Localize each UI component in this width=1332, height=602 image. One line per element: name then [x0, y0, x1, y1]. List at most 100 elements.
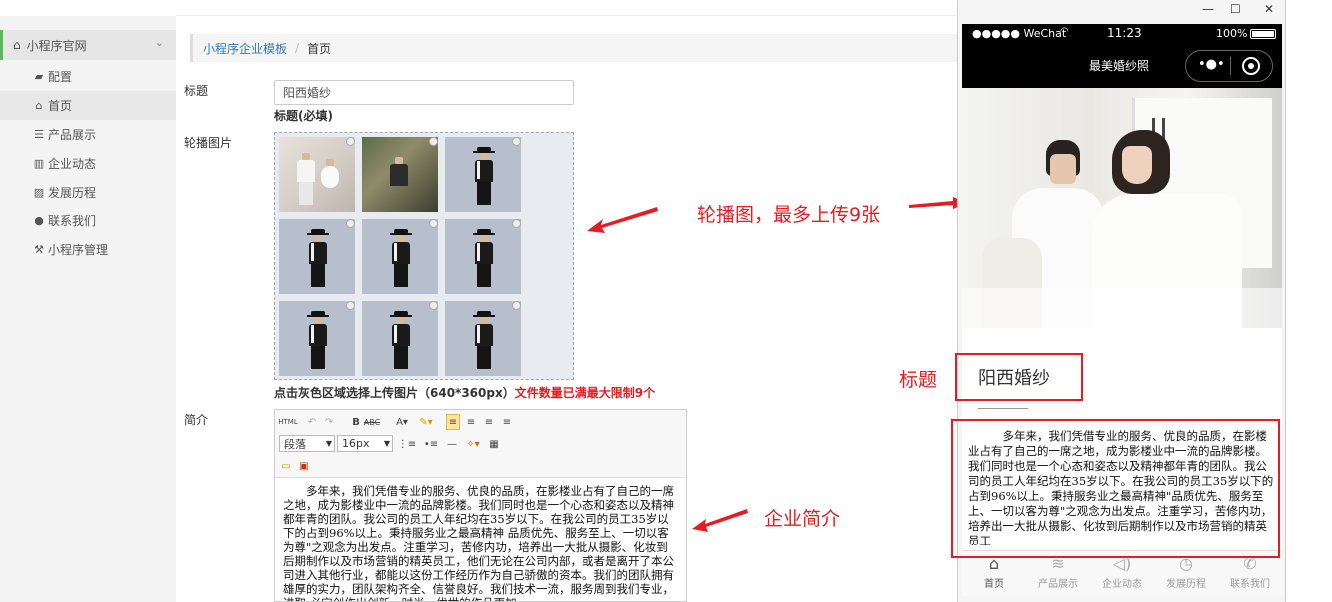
sidebar-item-contact[interactable]: ● 联系我们: [0, 206, 176, 235]
editor-toolbar: HTML ↶ ↷ B ABC A▾ ✎▾ ≡ ≡ ≡ ≡ 段落 ▼ 16px ▼ ⋮…: [275, 410, 686, 478]
sidebar-item-products[interactable]: ☰ 产品展示: [0, 120, 176, 149]
breadcrumb-current: 首页: [307, 41, 332, 56]
title-underline: [978, 408, 1028, 409]
carousel-thumbnail[interactable]: [279, 219, 355, 294]
chevron-down-icon: ▼: [383, 439, 390, 448]
table-icon[interactable]: ▦: [487, 436, 501, 452]
breadcrumb-root-link[interactable]: 小程序企业模板: [203, 40, 287, 57]
carousel-thumbnail[interactable]: [445, 137, 521, 212]
sofa: [962, 288, 1282, 328]
font-size-select[interactable]: 16px ▼: [337, 435, 393, 452]
tab-label: 产品展示: [1038, 579, 1078, 590]
sidebar-item-label: 企业动态: [48, 157, 97, 171]
title-label: 标题: [184, 84, 209, 98]
delete-icon[interactable]: [512, 301, 521, 310]
carousel-thumbnail[interactable]: [445, 301, 521, 376]
carousel-thumbnail[interactable]: [445, 219, 521, 294]
wrench-icon: ⚒: [34, 243, 44, 256]
align-justify-icon[interactable]: ≡: [500, 414, 514, 430]
sidebar-item-label: 配置: [48, 70, 73, 84]
carousel-thumbnail[interactable]: [279, 137, 355, 212]
nav-title: 最美婚纱照: [1089, 59, 1150, 73]
video-icon[interactable]: ▣: [297, 458, 311, 474]
align-center-icon[interactable]: ≡: [464, 414, 478, 430]
sidebar-item-label: 产品展示: [48, 128, 97, 142]
align-right-icon[interactable]: ≡: [482, 414, 496, 430]
carousel-label: 轮播图片: [184, 136, 233, 150]
paragraph-select[interactable]: 段落 ▼: [279, 435, 335, 452]
chevron-down-icon[interactable]: ⌄: [155, 36, 164, 49]
tab-label: 发展历程: [1166, 579, 1206, 590]
font-color-icon[interactable]: A▾: [391, 414, 413, 430]
sidebar-item-history[interactable]: ▨ 发展历程: [0, 178, 176, 207]
minimize-icon[interactable]: —: [1202, 2, 1214, 16]
wifi-icon: ◠: [1060, 26, 1069, 37]
groom-face: [1050, 154, 1076, 184]
carousel-annotation: 轮播图，最多上传9张: [697, 204, 881, 226]
delete-icon[interactable]: [429, 137, 438, 146]
upload-size-hint: 点击灰色区域选择上传图片（640*360px）: [274, 386, 515, 400]
intro-label: 简介: [184, 413, 209, 427]
sidebar-item-miniprogram[interactable]: ⚒ 小程序管理: [0, 235, 176, 264]
sidebar-section-label: 小程序官网: [26, 38, 87, 53]
html-source-icon[interactable]: HTML: [278, 414, 297, 430]
phone-status-bar: ●●●●● WeChat ◠ 11:23 100%: [962, 24, 1282, 44]
clear-format-icon[interactable]: ✧▾: [463, 436, 483, 452]
carousel-thumbnail[interactable]: [362, 137, 438, 212]
sidebar-item-config[interactable]: ▰ 配置: [0, 62, 176, 91]
carousel-thumbnail[interactable]: [279, 301, 355, 376]
capsule-menu[interactable]: •●•: [1185, 50, 1273, 82]
more-icon[interactable]: •●•: [1198, 57, 1225, 72]
carousel-thumbnail[interactable]: [362, 219, 438, 294]
delete-icon[interactable]: [429, 219, 438, 228]
battery-level: 100%: [1216, 27, 1248, 40]
image-icon[interactable]: ▭: [279, 458, 293, 474]
delete-icon[interactable]: [429, 301, 438, 310]
tab-label: 联系我们: [1230, 579, 1270, 590]
title-highlight-box: [955, 353, 1083, 401]
intro-annotation: 企业简介: [764, 508, 841, 530]
unordered-list-icon[interactable]: •≡: [421, 436, 441, 452]
sidebar-section-header[interactable]: ⌂ 小程序官网 ⌄: [0, 30, 176, 60]
delete-icon[interactable]: [512, 137, 521, 146]
undo-icon[interactable]: ↶: [305, 414, 319, 430]
bride-face: [1122, 146, 1152, 184]
carrier-label: ●●●●● WeChat: [972, 27, 1067, 40]
delete-icon[interactable]: [512, 219, 521, 228]
editor-content[interactable]: 多年来，我们凭借专业的服务、优良的品质，在影楼业占有了自己的一席之地，成为影楼业…: [275, 478, 686, 601]
delete-icon[interactable]: [346, 219, 355, 228]
horizontal-rule-icon[interactable]: —: [445, 436, 459, 452]
top-bar: [176, 0, 956, 16]
carousel-thumbnail[interactable]: [362, 301, 438, 376]
arrow-left-icon: [692, 509, 748, 532]
picture-icon: ▨: [33, 186, 45, 199]
sidebar-item-label: 小程序管理: [48, 243, 109, 257]
breadcrumb-separator: /: [295, 41, 300, 55]
title-required-hint: 标题(必填): [274, 109, 333, 123]
chevron-down-icon: ▼: [325, 439, 332, 448]
status-time: 11:23: [1107, 26, 1142, 40]
bold-icon[interactable]: B: [349, 414, 363, 430]
sidebar-item-home[interactable]: ⌂ 首页: [0, 91, 176, 120]
ordered-list-icon[interactable]: ⋮≡: [397, 436, 417, 452]
sidebar-item-news[interactable]: ▥ 企业动态: [0, 149, 176, 178]
barcode-icon: ▥: [33, 157, 45, 170]
strikethrough-icon[interactable]: ABC: [364, 414, 380, 430]
close-target-icon[interactable]: [1242, 57, 1260, 75]
upload-limit-warning: 文件数量已满最大限制9个: [514, 386, 656, 400]
briefcase-icon: ▰: [34, 70, 44, 83]
rich-text-editor[interactable]: HTML ↶ ↷ B ABC A▾ ✎▾ ≡ ≡ ≡ ≡ 段落 ▼ 16px ▼ ⋮…: [274, 409, 687, 602]
delete-icon[interactable]: [346, 301, 355, 310]
maximize-icon[interactable]: ☐: [1230, 2, 1241, 16]
tab-label: 首页: [984, 579, 1004, 590]
highlight-icon[interactable]: ✎▾: [415, 414, 437, 430]
home-icon: ⌂: [35, 99, 43, 112]
align-left-icon[interactable]: ≡: [446, 414, 460, 430]
title-input[interactable]: [274, 80, 574, 105]
delete-icon[interactable]: [346, 137, 355, 146]
close-icon[interactable]: ✕: [1264, 2, 1274, 16]
carousel-banner-image[interactable]: [962, 88, 1282, 328]
redo-icon[interactable]: ↷: [322, 414, 336, 430]
capsule-divider: [1230, 57, 1231, 75]
carousel-upload-area[interactable]: [274, 132, 574, 380]
